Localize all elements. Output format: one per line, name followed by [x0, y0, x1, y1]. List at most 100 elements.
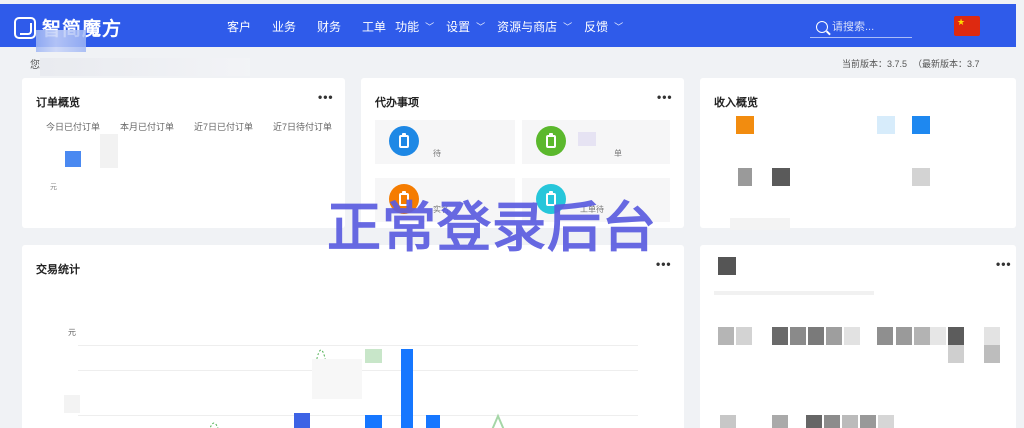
redacted-area	[36, 30, 86, 52]
order-overview-card: 订单概览 ••• 今日已付订单 本月已付订单 近7日已付订单 近7日待付订单 元	[22, 78, 345, 228]
todo-tile[interactable]: 单	[522, 120, 670, 164]
nav-item-business[interactable]: 业务	[272, 18, 296, 35]
main-menu: 客户 业务 财务 工单 功能 ﹀ 设置 ﹀ 资源与商店 ﹀ 反馈 ﹀	[227, 18, 635, 35]
redacted-area	[790, 327, 806, 345]
todo-label: 单	[614, 149, 622, 158]
clipboard-icon	[389, 126, 419, 156]
chevron-down-icon: ﹀	[614, 22, 624, 32]
todo-label: 待	[433, 149, 441, 158]
top-nav-bar: 智简魔方 客户 业务 财务 工单 功能﹀ 设置﹀ 资源与商店﹀ 反馈﹀	[0, 4, 1016, 52]
redacted-area	[40, 58, 250, 76]
chevron-down-icon: ﹀	[476, 22, 486, 32]
redacted-area	[714, 291, 874, 295]
redacted-area	[984, 327, 1000, 345]
nav-item-label: 资源与商店	[497, 20, 558, 34]
redacted-area	[878, 415, 894, 428]
search-input[interactable]	[832, 20, 910, 33]
redacted-area	[100, 134, 118, 168]
trade-statistics-card: 交易统计 ••• 元	[22, 245, 684, 428]
current-version: 当前版本：3.7.5	[842, 59, 908, 69]
tab-month-paid[interactable]: 本月已付订单	[120, 120, 174, 133]
nav-item-finance[interactable]: 财务	[317, 18, 341, 35]
redacted-area	[948, 345, 964, 363]
chart-footnote: 元	[50, 184, 57, 191]
greeting-text: 您	[30, 60, 40, 71]
nav-item-settings[interactable]: 设置 ﹀	[446, 18, 485, 35]
nav-item-label: 功能	[395, 20, 420, 34]
redacted-area	[736, 327, 752, 345]
nav-item-label: 反馈	[584, 20, 609, 34]
nav-item-feedback[interactable]: 反馈 ﹀	[584, 18, 623, 35]
redacted-area	[844, 327, 860, 345]
side-panel-card: •••	[700, 245, 1016, 428]
income-overview-card: 收入概览	[700, 78, 1016, 230]
chart-marker	[365, 349, 382, 363]
more-menu-icon[interactable]: •••	[657, 90, 673, 104]
nav-item-label: 工单	[362, 20, 387, 34]
more-menu-icon[interactable]: •••	[996, 257, 1012, 271]
clipboard-icon	[536, 126, 566, 156]
watermark-text: 正常登录后台	[327, 196, 657, 259]
search-box	[810, 16, 912, 38]
legend-swatch	[65, 151, 81, 167]
nav-item-label: 客户	[227, 20, 252, 34]
redacted-area	[718, 257, 736, 275]
redacted-area	[808, 327, 824, 345]
redacted-area	[896, 327, 912, 345]
nav-item-functions[interactable]: 功能 ﹀	[395, 18, 434, 35]
todo-tile[interactable]: 待	[375, 120, 515, 164]
tab-7day-pending[interactable]: 近7日待付订单	[273, 120, 332, 133]
trade-chart	[209, 349, 505, 428]
china-flag-icon[interactable]	[954, 16, 980, 36]
nav-item-label: 设置	[446, 20, 471, 34]
redacted-area	[772, 415, 788, 428]
redacted-area	[860, 415, 876, 428]
redacted-area	[826, 327, 842, 345]
nav-item-tickets[interactable]: 工单	[362, 18, 386, 35]
search-icon[interactable]	[816, 20, 828, 33]
redacted-area	[842, 415, 858, 428]
chart-bar	[294, 413, 310, 428]
chart-series-line	[491, 413, 505, 428]
nav-item-label: 业务	[272, 20, 297, 34]
tab-7day-paid[interactable]: 近7日已付订单	[194, 120, 253, 133]
income-swatch	[736, 116, 754, 134]
redacted-area	[914, 327, 930, 345]
redacted-area	[912, 168, 930, 186]
redacted-area	[930, 327, 946, 345]
nav-item-label: 财务	[317, 20, 342, 34]
redacted-area	[772, 327, 788, 345]
chevron-down-icon: ﹀	[425, 22, 435, 32]
redacted-area	[738, 168, 752, 186]
card-title: 订单概览	[36, 97, 80, 109]
order-tabs: 今日已付订单 本月已付订单 近7日已付订单 近7日待付订单	[46, 120, 352, 133]
more-menu-icon[interactable]: •••	[318, 90, 334, 104]
redacted-area	[312, 359, 362, 399]
card-title: 代办事项	[375, 97, 419, 109]
redacted-area	[64, 395, 80, 413]
redacted-area	[772, 168, 790, 186]
redacted-area	[824, 415, 840, 428]
redacted-area	[730, 218, 790, 230]
nav-item-resources-store[interactable]: 资源与商店 ﹀	[497, 18, 572, 35]
income-swatch	[912, 116, 930, 134]
latest-version: （最新版本：3.7	[913, 59, 980, 69]
redacted-area	[877, 327, 893, 345]
redacted-area	[718, 327, 734, 345]
income-swatch	[877, 116, 895, 134]
tab-today-paid[interactable]: 今日已付订单	[46, 120, 100, 133]
chart-series-line	[209, 422, 219, 428]
card-title: 收入概览	[714, 97, 758, 109]
redacted-area	[806, 415, 822, 428]
chevron-down-icon: ﹀	[563, 22, 573, 32]
redacted-area	[984, 345, 1000, 363]
nav-item-customers[interactable]: 客户	[227, 18, 251, 35]
redacted-area	[578, 132, 596, 146]
redacted-area	[948, 327, 964, 345]
redacted-area	[720, 415, 736, 428]
chart-bar	[401, 349, 413, 428]
chart-bar	[365, 415, 382, 428]
version-info: 当前版本：3.7.5 （最新版本：3.7	[842, 57, 986, 70]
brand-logo-icon	[14, 16, 36, 39]
chart-bar	[426, 415, 440, 428]
